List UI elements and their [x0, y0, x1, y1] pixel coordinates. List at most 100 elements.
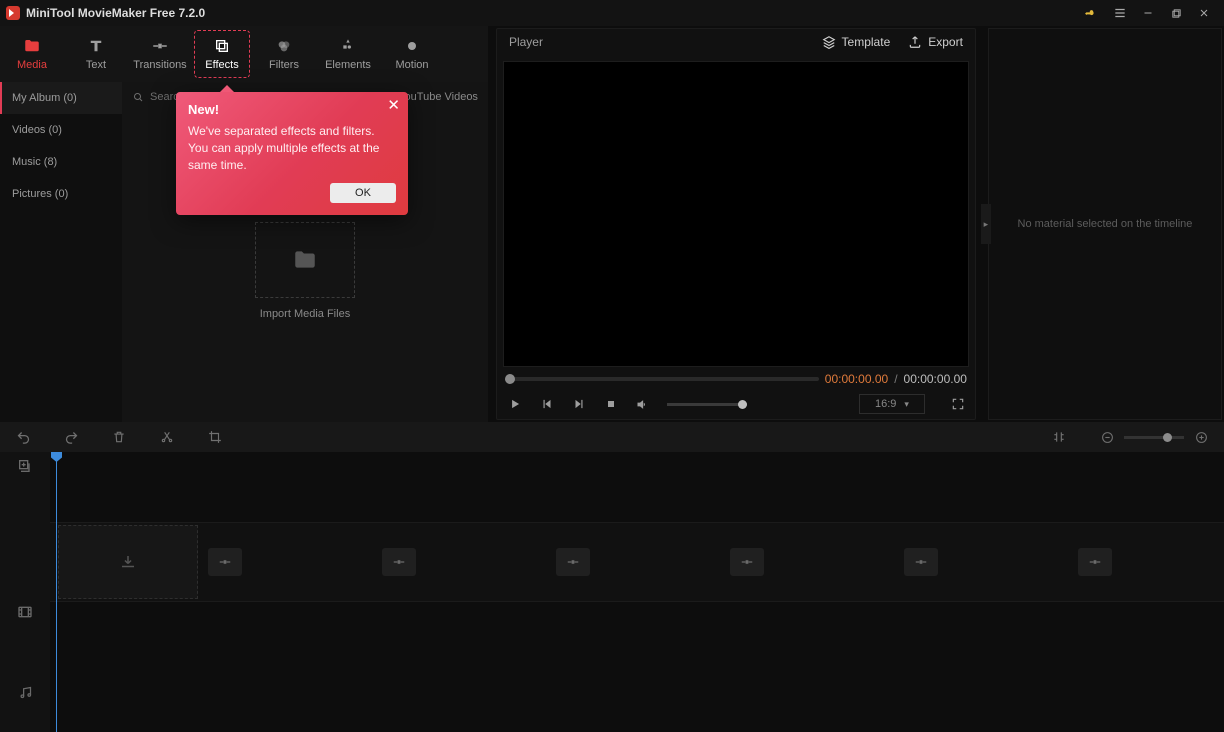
- tab-label: Motion: [395, 59, 428, 71]
- delete-button[interactable]: [110, 430, 128, 444]
- premium-key-icon[interactable]: [1074, 0, 1102, 26]
- redo-button[interactable]: [62, 430, 80, 445]
- volume-icon[interactable]: [635, 397, 651, 412]
- time-separator: /: [894, 372, 897, 386]
- library-sidebar: My Album (0) Videos (0) Music (8) Pictur…: [0, 82, 122, 422]
- tab-media[interactable]: Media: [0, 26, 64, 82]
- undo-button[interactable]: [14, 430, 32, 445]
- audio-track[interactable]: [50, 602, 1224, 682]
- sidebar-item-label: Music (8): [12, 156, 57, 168]
- tab-transitions[interactable]: Transitions: [128, 26, 192, 82]
- import-media-dropzone[interactable]: [255, 222, 355, 298]
- template-label: Template: [842, 35, 891, 49]
- clip-placeholder[interactable]: [58, 525, 198, 599]
- sidebar-item-music[interactable]: Music (8): [0, 146, 122, 178]
- crop-button[interactable]: [206, 430, 224, 444]
- player-title: Player: [509, 35, 543, 49]
- sidebar-item-my-album[interactable]: My Album (0): [0, 82, 122, 114]
- title-bar: MiniTool MovieMaker Free 7.2.0: [0, 0, 1224, 26]
- player-seek-slider[interactable]: [505, 377, 819, 381]
- filters-icon: [276, 37, 292, 55]
- sidebar-item-pictures[interactable]: Pictures (0): [0, 178, 122, 210]
- aspect-ratio-select[interactable]: 16:9 ▾: [859, 394, 925, 414]
- player-panel: Player Template Export 00:00:00.00 / 00:…: [496, 28, 976, 420]
- transition-slot[interactable]: [556, 548, 590, 576]
- tab-label: Media: [17, 59, 47, 71]
- zoom-slider[interactable]: [1124, 436, 1184, 439]
- chevron-down-icon: ▾: [904, 399, 909, 410]
- zoom-in-button[interactable]: [1192, 431, 1210, 444]
- player-total-time: 00:00:00.00: [904, 372, 967, 386]
- export-button[interactable]: Export: [908, 35, 963, 49]
- zoom-fit-button[interactable]: [1050, 430, 1068, 444]
- popup-ok-button[interactable]: OK: [330, 183, 396, 203]
- split-button[interactable]: [158, 430, 176, 444]
- video-track[interactable]: [50, 522, 1224, 602]
- transition-slot[interactable]: [382, 548, 416, 576]
- import-media-label: Import Media Files: [122, 308, 488, 320]
- add-track-button[interactable]: [0, 452, 50, 522]
- effects-new-popup: ✕ New! We've separated effects and filte…: [176, 92, 408, 215]
- transition-slot[interactable]: [208, 548, 242, 576]
- library-panel: Media Text Transitions Effects Filters: [0, 26, 488, 422]
- app-logo-icon: [6, 6, 20, 20]
- tab-text[interactable]: Text: [64, 26, 128, 82]
- next-frame-button[interactable]: [571, 397, 587, 411]
- elements-icon: [340, 37, 356, 55]
- sidebar-item-label: Videos (0): [12, 124, 62, 136]
- tab-effects[interactable]: Effects: [194, 30, 250, 78]
- audio-track-icon: [0, 652, 50, 732]
- effects-icon: [214, 37, 230, 55]
- popup-close-button[interactable]: ✕: [387, 98, 400, 113]
- sidebar-item-videos[interactable]: Videos (0): [0, 114, 122, 146]
- close-icon[interactable]: [1190, 0, 1218, 26]
- transition-slot[interactable]: [1078, 548, 1112, 576]
- aspect-ratio-value: 16:9: [875, 398, 896, 410]
- sidebar-item-label: My Album (0): [12, 92, 77, 104]
- popup-title: New!: [188, 102, 396, 117]
- player-current-time: 00:00:00.00: [825, 372, 888, 386]
- properties-panel: ▸ No material selected on the timeline: [988, 28, 1222, 420]
- timeline-ruler[interactable]: [50, 452, 1224, 472]
- fullscreen-button[interactable]: [951, 397, 965, 411]
- panel-collapse-toggle[interactable]: ▸: [981, 204, 991, 244]
- tab-label: Elements: [325, 59, 371, 71]
- text-icon: [87, 37, 105, 55]
- timeline-toolbar: [0, 422, 1224, 452]
- zoom-out-button[interactable]: [1098, 431, 1116, 444]
- folder-icon: [23, 37, 41, 55]
- player-viewport[interactable]: [503, 61, 969, 367]
- export-icon: [908, 35, 922, 49]
- transition-icon: [151, 37, 169, 55]
- hamburger-menu-icon[interactable]: [1106, 0, 1134, 26]
- main-tabbar: Media Text Transitions Effects Filters: [0, 26, 488, 82]
- timeline-playhead[interactable]: [56, 452, 57, 732]
- properties-empty-text: No material selected on the timeline: [1018, 218, 1193, 230]
- template-button[interactable]: Template: [822, 35, 891, 49]
- export-label: Export: [928, 35, 963, 49]
- tab-filters[interactable]: Filters: [252, 26, 316, 82]
- tab-motion[interactable]: Motion: [380, 26, 444, 82]
- maximize-icon[interactable]: [1162, 0, 1190, 26]
- play-button[interactable]: [507, 397, 523, 411]
- motion-icon: [404, 37, 420, 55]
- tab-elements[interactable]: Elements: [316, 26, 380, 82]
- app-title: MiniTool MovieMaker Free 7.2.0: [26, 6, 205, 20]
- search-icon[interactable]: [132, 91, 144, 103]
- minimize-icon[interactable]: [1134, 0, 1162, 26]
- video-track-icon: [0, 572, 50, 652]
- tab-label: Transitions: [133, 59, 186, 71]
- timeline: [0, 452, 1224, 732]
- template-icon: [822, 35, 836, 49]
- sidebar-item-label: Pictures (0): [12, 188, 68, 200]
- tab-label: Text: [86, 59, 106, 71]
- transition-slot[interactable]: [904, 548, 938, 576]
- prev-frame-button[interactable]: [539, 397, 555, 411]
- tab-label: Effects: [205, 59, 238, 71]
- stop-button[interactable]: [603, 398, 619, 410]
- youtube-videos-link[interactable]: YouTube Videos: [398, 91, 478, 103]
- transition-slot[interactable]: [730, 548, 764, 576]
- volume-slider[interactable]: [667, 403, 747, 406]
- tab-label: Filters: [269, 59, 299, 71]
- popup-body: We've separated effects and filters. You…: [188, 123, 396, 173]
